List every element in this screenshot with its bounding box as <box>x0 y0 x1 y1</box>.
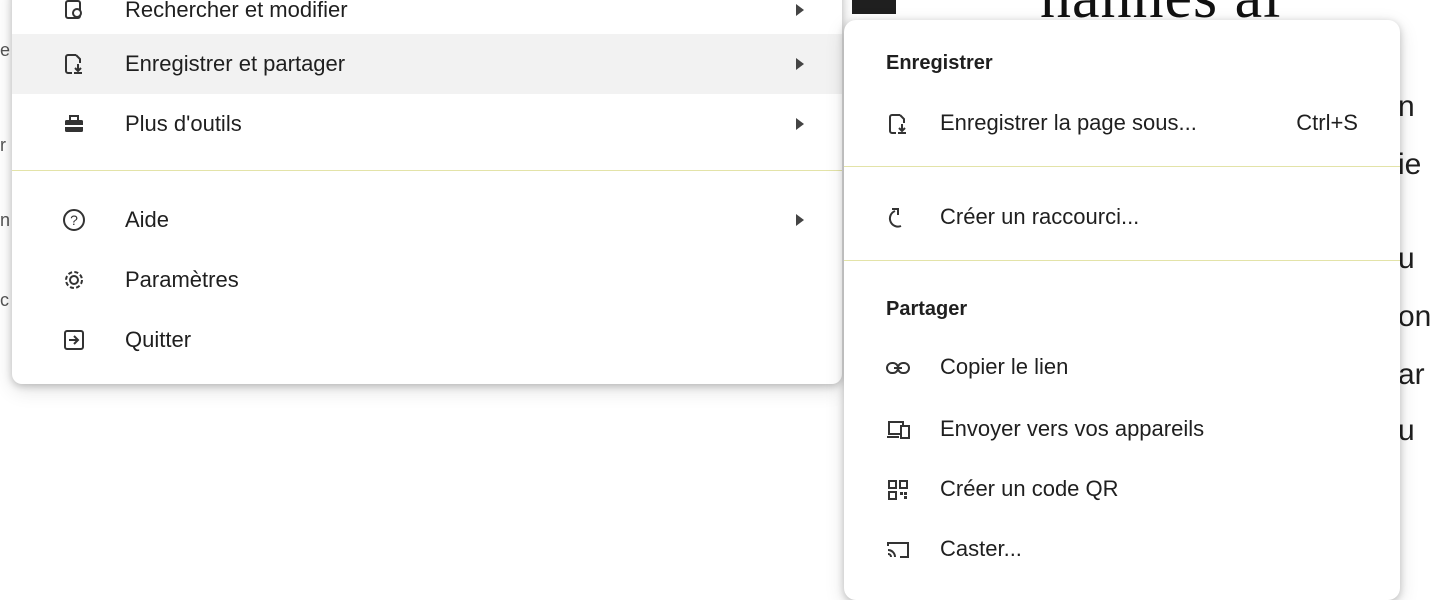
background-text-fragment: n <box>0 210 11 230</box>
background-text-fragment: n <box>1398 90 1415 123</box>
toolbox-icon <box>60 110 88 138</box>
background-text-fragment: e <box>0 40 11 60</box>
background-text-fragment: u <box>1398 242 1415 275</box>
menu-separator <box>12 170 842 171</box>
menu-item-more-tools[interactable]: Plus d'outils <box>12 94 842 154</box>
keyboard-shortcut: Ctrl+S <box>1296 110 1358 135</box>
submenu-item-create-qr[interactable]: Créer un code QR <box>844 462 1400 518</box>
background-text-fragment: c <box>0 290 9 310</box>
background-text-fragment: on <box>1398 300 1432 333</box>
help-icon: ? <box>60 206 88 234</box>
menu-item-label: Rechercher et modifier <box>125 0 348 22</box>
main-menu: Rechercher et modifier Enregistrer et pa… <box>12 0 842 384</box>
menu-item-save-share[interactable]: Enregistrer et partager <box>12 34 842 94</box>
submenu-item-label: Créer un code QR <box>940 476 1119 501</box>
submenu-item-label: Créer un raccourci... <box>940 204 1140 229</box>
submenu-item-cast[interactable]: Caster... <box>844 522 1400 578</box>
submenu-arrow-icon <box>796 4 804 16</box>
menu-item-label: Plus d'outils <box>125 111 242 136</box>
menu-item-help[interactable]: ? Aide <box>12 190 842 250</box>
submenu-item-send-to-devices[interactable]: Envoyer vers vos appareils <box>844 402 1400 458</box>
submenu-arrow-icon <box>796 58 804 70</box>
menu-separator <box>844 166 1400 167</box>
exit-icon <box>60 326 88 354</box>
submenu-item-label: Caster... <box>940 536 1022 561</box>
submenu-item-copy-link[interactable]: Copier le lien <box>844 340 1400 396</box>
save-page-icon <box>60 50 88 78</box>
menu-item-label: Enregistrer et partager <box>125 51 346 76</box>
submenu-item-label: Envoyer vers vos appareils <box>940 416 1205 441</box>
submenu-arrow-icon <box>796 118 804 130</box>
qr-code-icon <box>884 476 912 504</box>
menu-item-label: Aide <box>125 207 170 232</box>
background-text-fragment: ar <box>1398 358 1425 391</box>
save-share-submenu: Enregistrer Enregistrer la page sous... … <box>844 20 1400 600</box>
menu-separator <box>844 260 1400 261</box>
cast-icon <box>884 536 912 564</box>
submenu-item-save-page-as[interactable]: Enregistrer la page sous... Ctrl+S <box>844 96 1400 152</box>
submenu-item-label: Copier le lien <box>940 354 1069 379</box>
submenu-item-label: Enregistrer la page sous... <box>940 110 1197 135</box>
menu-item-label: Paramètres <box>125 267 239 292</box>
background-dark-block <box>852 0 896 14</box>
background-text-fragment: r <box>0 135 6 155</box>
gear-icon <box>60 266 88 294</box>
submenu-item-create-shortcut[interactable]: Créer un raccourci... <box>844 190 1400 246</box>
submenu-arrow-icon <box>796 214 804 226</box>
svg-text:?: ? <box>70 212 78 228</box>
devices-icon <box>884 416 912 444</box>
shortcut-icon <box>884 204 912 232</box>
menu-item-label: Quitter <box>125 327 192 352</box>
section-title-share: Partager <box>886 298 968 320</box>
menu-item-settings[interactable]: Paramètres <box>12 250 842 310</box>
search-edit-icon <box>60 0 88 24</box>
background-text-fragment: ie <box>1398 148 1422 181</box>
menu-item-quit[interactable]: Quitter <box>12 310 842 370</box>
section-title-save: Enregistrer <box>886 52 993 74</box>
background-text-fragment: u <box>1398 414 1415 447</box>
link-icon <box>884 354 912 382</box>
save-page-icon <box>884 110 912 138</box>
